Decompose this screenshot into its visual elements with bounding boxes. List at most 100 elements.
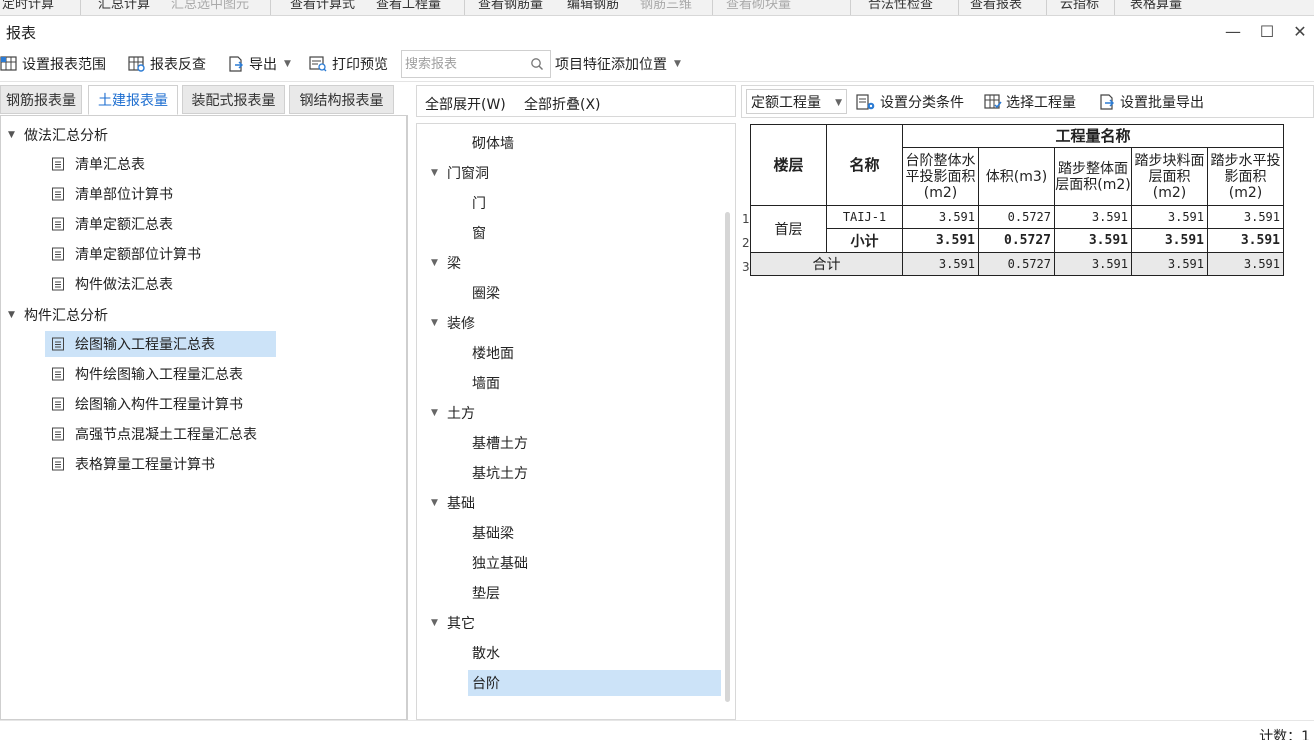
component-item[interactable]: 窗 [468,220,721,246]
collapse-arrow-icon[interactable]: ▼ [431,258,447,268]
document-icon [52,217,64,231]
component-item-selected[interactable]: 台阶 [468,670,721,696]
close-button[interactable]: ✕ [1287,19,1313,43]
tree-item-label: 绘图输入工程量汇总表 [75,337,215,353]
ribbon-item[interactable]: 查看工程量 [376,0,441,12]
ribbon-item[interactable]: 查看砌块量 [726,0,791,12]
component-panel-header: 全部展开(W) 全部折叠(X) [416,85,736,117]
maximize-button[interactable]: ☐ [1254,19,1280,43]
reverse-check-button[interactable]: 报表反查 [128,53,206,75]
component-item[interactable]: 独立基础 [468,550,721,576]
print-preview-icon [309,56,327,72]
document-icon [52,187,64,201]
tree-item[interactable]: 高强节点混凝土工程量汇总表 [45,421,267,447]
divider [712,0,713,15]
component-group-label: 装修 [447,316,475,332]
component-group[interactable]: ▼ 门窗洞 [431,161,489,185]
component-item[interactable]: 砌体墙 [468,130,721,156]
divider [464,0,465,15]
set-report-range-button[interactable]: 设置报表范围 [0,53,106,75]
tree-group[interactable]: ▼ 构件汇总分析 [8,304,108,326]
tree-item-selected[interactable]: 绘图输入工程量汇总表 [45,331,276,357]
value-cell: 3.591 [1054,205,1132,229]
table-row[interactable]: 首层 TAIJ-1 3.591 0.5727 3.591 3.591 3.591 [750,205,1284,253]
tree-item[interactable]: 清单部位计算书 [45,181,183,207]
component-item[interactable]: 墙面 [468,370,721,396]
collapse-arrow-icon[interactable]: ▼ [431,408,447,418]
component-item[interactable]: 楼地面 [468,340,721,366]
tab-steel[interactable]: 钢结构报表量 [289,85,394,114]
add-position-dropdown[interactable]: 项目特征添加位置 ▼ [555,53,681,75]
tree-group[interactable]: ▼ 做法汇总分析 [8,124,108,146]
component-item[interactable]: 散水 [468,640,721,666]
ribbon-item[interactable]: 编辑钢筋 [567,0,619,12]
batch-export-button[interactable]: 设置批量导出 [1098,91,1204,113]
component-group[interactable]: ▼ 土方 [431,401,475,425]
tab-civil[interactable]: 土建报表量 [88,85,178,115]
collapse-arrow-icon[interactable]: ▼ [8,130,24,140]
ribbon-item[interactable]: 定时计算 [2,0,54,12]
minimize-button[interactable]: — [1220,19,1246,43]
component-item[interactable]: 门 [468,190,721,216]
value-cell: 3.591 [902,205,979,229]
component-group[interactable]: ▼ 基础 [431,491,475,515]
tree-item[interactable]: 构件做法汇总表 [45,271,183,297]
divider [1114,0,1115,15]
value-cell: 3.591 [1207,205,1284,229]
export-button[interactable]: 导出 ▼ [227,53,291,75]
tree-item[interactable]: 构件绘图输入工程量汇总表 [45,361,253,387]
collapse-arrow-icon[interactable]: ▼ [431,168,447,178]
component-group[interactable]: ▼ 装修 [431,311,475,335]
component-item[interactable]: 圈梁 [468,280,721,306]
value-cell: 3.591 [1131,205,1208,229]
ribbon-item[interactable]: 汇总计算 [98,0,150,12]
set-classify-button[interactable]: 设置分类条件 [856,91,964,113]
component-item[interactable]: 垫层 [468,580,721,606]
divider [270,0,271,15]
search-icon[interactable] [530,57,544,71]
search-input[interactable] [405,54,523,74]
component-item[interactable]: 基槽土方 [468,430,721,456]
quantity-type-label: 定额工程量 [751,94,821,111]
tab-rebar[interactable]: 钢筋报表量 [0,85,82,114]
collapse-arrow-icon[interactable]: ▼ [431,498,447,508]
vertical-scrollbar[interactable] [725,212,730,702]
tree-item[interactable]: 绘图输入构件工程量计算书 [45,391,253,417]
tree-item-label: 表格算量工程量计算书 [75,457,215,473]
collapse-arrow-icon[interactable]: ▼ [431,318,447,328]
select-quantity-button[interactable]: 选择工程量 [984,91,1076,113]
total-row[interactable]: 合计 3.591 0.5727 3.591 3.591 3.591 [750,252,1284,276]
ribbon-item[interactable]: 表格算量 [1130,0,1182,12]
ribbon-item[interactable]: 查看报表 [970,0,1022,12]
column-header: 体积(m3) [978,147,1055,206]
value-cell: 3.591 [1207,228,1284,253]
tree-item[interactable]: 清单汇总表 [45,151,155,177]
ribbon-item[interactable]: 云指标 [1060,0,1099,12]
expand-all-button[interactable]: 全部展开(W) [425,94,506,114]
select-quantity-label: 选择工程量 [1006,95,1076,111]
component-item[interactable]: 基础梁 [468,520,721,546]
ribbon-strip: 定时计算 汇总计算 汇总选中图元 查看计算式 查看工程量 查看钢筋量 编辑钢筋 … [0,0,1314,16]
component-group[interactable]: ▼ 梁 [431,251,461,275]
tab-prefab[interactable]: 装配式报表量 [182,85,285,114]
subtotal-row[interactable]: 小计 3.591 0.5727 3.591 3.591 3.591 [751,228,1284,253]
header-floor: 楼层 [750,124,827,206]
ribbon-item[interactable]: 汇总选中图元 [171,0,249,12]
tree-item[interactable]: 清单定额部位计算书 [45,241,211,267]
collapse-all-button[interactable]: 全部折叠(X) [524,94,601,114]
tree-item[interactable]: 表格算量工程量计算书 [45,451,225,477]
ribbon-item[interactable]: 查看计算式 [290,0,355,12]
ribbon-item[interactable]: 钢筋三维 [640,0,692,12]
tree-item[interactable]: 清单定额汇总表 [45,211,183,237]
quantity-type-dropdown[interactable]: 定额工程量 ▼ [746,89,847,114]
total-label-cell: 合计 [750,252,903,276]
column-header: 台阶整体水平投影面积(m2) [902,147,979,206]
ribbon-item[interactable]: 查看钢筋量 [478,0,543,12]
set-classify-label: 设置分类条件 [880,95,964,111]
collapse-arrow-icon[interactable]: ▼ [8,310,24,320]
collapse-arrow-icon[interactable]: ▼ [431,618,447,628]
component-group[interactable]: ▼ 其它 [431,611,475,635]
ribbon-item[interactable]: 合法性检查 [868,0,933,12]
component-item[interactable]: 基坑土方 [468,460,721,486]
print-preview-button[interactable]: 打印预览 [308,53,388,75]
